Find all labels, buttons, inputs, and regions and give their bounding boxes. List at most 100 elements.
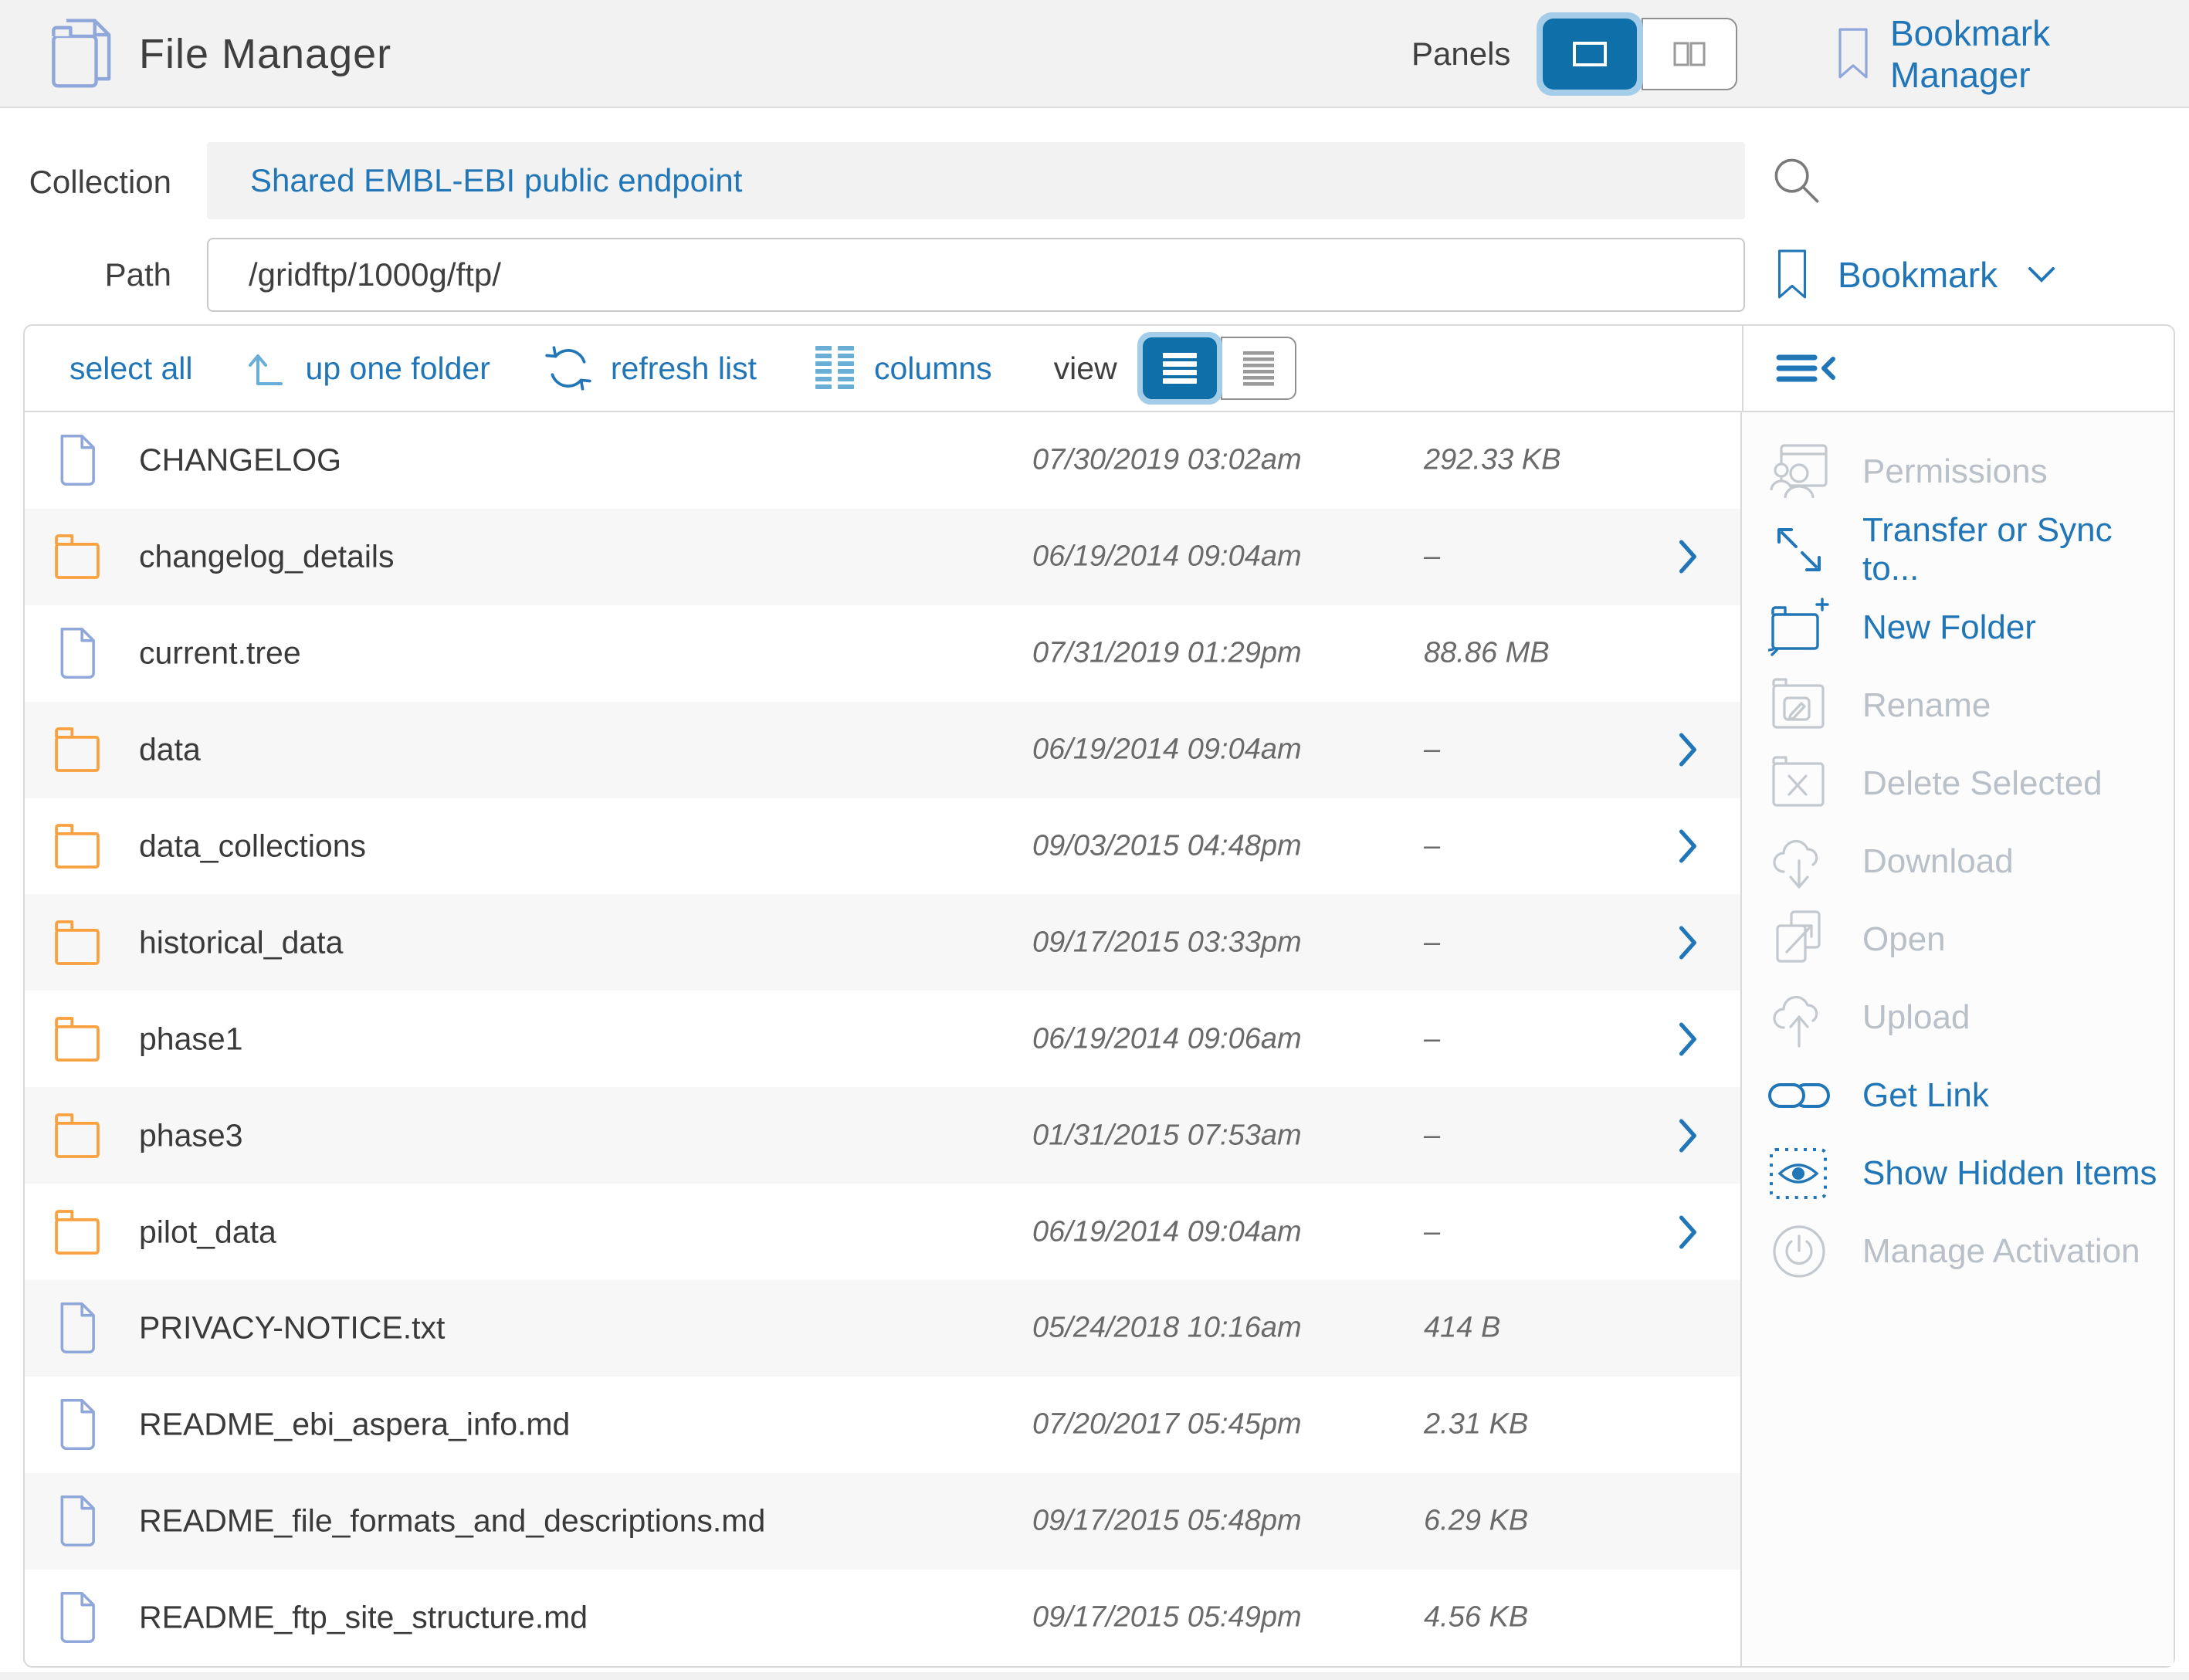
sidebar-item-transfer-or-sync[interactable]: Transfer or Sync to... [1742, 510, 2174, 588]
up-one-folder-button[interactable]: up one folder [244, 347, 490, 390]
open-icon [1765, 909, 1833, 970]
view-list-button[interactable] [1137, 332, 1222, 405]
path-input[interactable]: /gridftp/1000g/ftp/ [207, 238, 1745, 312]
folder-icon [54, 533, 100, 581]
select-all-button[interactable]: select all [69, 351, 193, 387]
file-name[interactable]: CHANGELOG [139, 442, 341, 479]
file-name[interactable]: data [139, 732, 201, 768]
open-folder-chevron[interactable] [1679, 1215, 1699, 1249]
collection-label: Collection [0, 164, 171, 201]
file-name[interactable]: pilot_data [139, 1214, 276, 1250]
transfer-sync-icon [1765, 519, 1833, 581]
file-name[interactable]: README_ftp_site_structure.md [139, 1600, 588, 1636]
folder-icon [54, 1015, 100, 1063]
file-size: – [1424, 926, 1440, 959]
path-label: Path [0, 256, 171, 293]
file-size: 2.31 KB [1424, 1408, 1528, 1441]
open-folder-chevron[interactable] [1679, 540, 1699, 574]
panels-single-button[interactable] [1537, 12, 1643, 96]
collection-input[interactable]: Shared EMBL-EBI public endpoint [207, 142, 1745, 219]
panels-dual-button[interactable] [1642, 18, 1737, 90]
file-icon [54, 1591, 97, 1644]
view-condensed-button[interactable] [1221, 337, 1296, 400]
file-row[interactable]: phase1 06/19/2014 09:06am – [25, 991, 1740, 1087]
file-name[interactable]: README_ebi_aspera_info.md [139, 1407, 570, 1443]
file-row[interactable]: README_file_formats_and_descriptions.md … [25, 1473, 1740, 1570]
search-icon[interactable] [1771, 153, 1822, 208]
file-row[interactable]: data 06/19/2014 09:04am – [25, 702, 1740, 798]
file-size: – [1424, 830, 1440, 863]
bookmark-dropdown[interactable]: Bookmark [1776, 238, 2056, 312]
file-row[interactable]: pilot_data 06/19/2014 09:04am – [25, 1184, 1740, 1280]
file-name[interactable]: README_file_formats_and_descriptions.md [139, 1503, 765, 1539]
bookmark-icon [1776, 249, 1808, 300]
file-name[interactable]: PRIVACY-NOTICE.txt [139, 1310, 445, 1346]
file-name[interactable]: current.tree [139, 635, 301, 672]
file-name[interactable]: phase3 [139, 1117, 243, 1153]
permissions-icon [1765, 441, 1833, 503]
open-folder-chevron[interactable] [1679, 1119, 1699, 1153]
open-folder-chevron[interactable] [1679, 1022, 1699, 1056]
file-modified: 06/19/2014 09:04am [1032, 1215, 1302, 1248]
file-name[interactable]: phase1 [139, 1021, 243, 1057]
file-modified: 05/24/2018 10:16am [1032, 1312, 1302, 1345]
open-folder-chevron[interactable] [1679, 733, 1699, 767]
eye-icon [1765, 1143, 1833, 1204]
columns-button[interactable]: columns [814, 344, 992, 392]
bookmark-label: Bookmark [1838, 254, 1998, 296]
actions-sidebar: Permissions Transfer or Sync to... [1742, 412, 2174, 1666]
open-folder-chevron[interactable] [1679, 829, 1699, 863]
bookmark-ribbon-icon [1836, 28, 1870, 80]
sidebar-item-open: Open [1742, 900, 2174, 978]
sidebar-item-delete-selected: Delete Selected [1742, 744, 2174, 822]
file-modified: 09/17/2015 03:33pm [1032, 926, 1302, 959]
file-row[interactable]: PRIVACY-NOTICE.txt 05/24/2018 10:16am 41… [25, 1280, 1740, 1377]
file-modified: 06/19/2014 09:04am [1032, 733, 1302, 767]
link-icon [1765, 1075, 1833, 1116]
view-label: view [1054, 351, 1117, 387]
chevron-down-icon [2027, 266, 2056, 284]
sidebar-item-new-folder[interactable]: New Folder [1742, 588, 2174, 666]
file-row[interactable]: current.tree 07/31/2019 01:29pm 88.86 MB [25, 605, 1740, 702]
file-icon [54, 627, 97, 679]
download-icon [1765, 830, 1833, 893]
up-arrow-icon [244, 347, 287, 390]
file-name[interactable]: historical_data [139, 924, 343, 960]
power-icon [1765, 1221, 1833, 1282]
file-icon [54, 434, 97, 486]
bookmark-manager-link[interactable]: Bookmark Manager [1836, 0, 2189, 108]
file-modified: 09/17/2015 05:48pm [1032, 1505, 1302, 1538]
open-folder-chevron[interactable] [1679, 926, 1699, 960]
file-row[interactable]: phase3 01/31/2015 07:53am – [25, 1087, 1740, 1184]
sidebar-item-show-hidden[interactable]: Show Hidden Items [1742, 1134, 2174, 1212]
file-row[interactable]: README_ftp_site_structure.md 09/17/2015 … [25, 1570, 1740, 1666]
sidebar-item-manage-activation: Manage Activation [1742, 1212, 2174, 1290]
delete-icon [1765, 754, 1833, 813]
file-browser-panel: select all up one folder [23, 324, 2175, 1668]
file-modified: 06/19/2014 09:04am [1032, 540, 1302, 574]
file-modified: 07/31/2019 01:29pm [1032, 637, 1302, 670]
file-modified: 07/20/2017 05:45pm [1032, 1408, 1302, 1441]
refresh-list-button[interactable]: refresh list [544, 342, 757, 395]
file-name[interactable]: data_collections [139, 828, 366, 865]
file-row[interactable]: changelog_details 06/19/2014 09:04am – [25, 509, 1740, 605]
new-folder-icon [1765, 596, 1833, 659]
collection-value: Shared EMBL-EBI public endpoint [250, 162, 742, 199]
file-size: 414 B [1424, 1312, 1500, 1345]
collapse-menu-icon[interactable] [1776, 354, 1838, 383]
file-row[interactable]: historical_data 09/17/2015 03:33pm – [25, 894, 1740, 991]
file-icon [54, 1302, 97, 1354]
sidebar-item-get-link[interactable]: Get Link [1742, 1056, 2174, 1134]
file-row[interactable]: README_ebi_aspera_info.md 07/20/2017 05:… [25, 1377, 1740, 1473]
view-toggle [1137, 332, 1296, 405]
file-manager-icon [48, 12, 119, 94]
sidebar-item-permissions: Permissions [1742, 432, 2174, 510]
file-size: – [1424, 733, 1440, 767]
columns-icon [814, 344, 856, 392]
file-modified: 09/17/2015 05:49pm [1032, 1601, 1302, 1634]
sidebar-item-rename: Rename [1742, 666, 2174, 744]
file-row[interactable]: data_collections 09/03/2015 04:48pm – [25, 798, 1740, 895]
file-name[interactable]: changelog_details [139, 539, 395, 575]
file-row[interactable]: CHANGELOG 07/30/2019 03:02am 292.33 KB [25, 412, 1740, 509]
page-footer-strip [0, 1672, 2189, 1680]
